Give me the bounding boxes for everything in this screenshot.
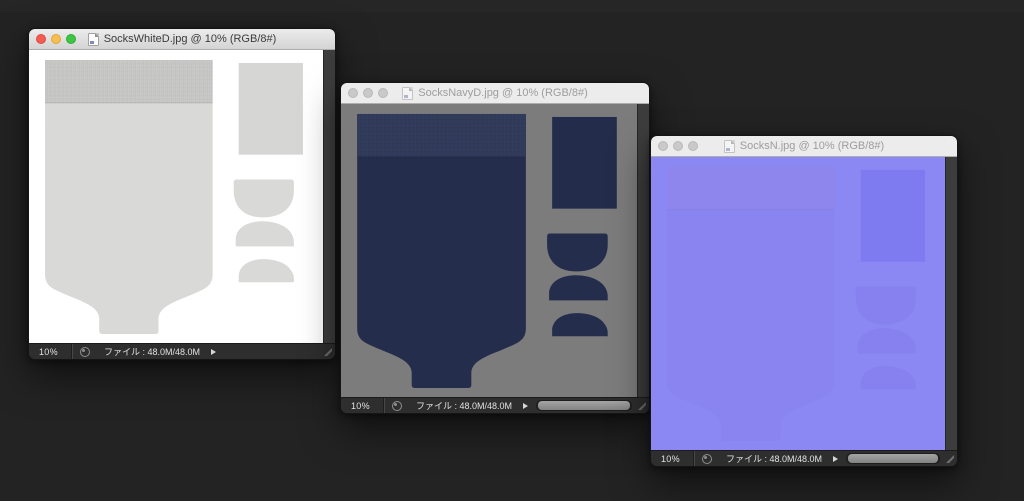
- traffic-lights: [36, 29, 76, 49]
- traffic-lights: [658, 136, 698, 156]
- vertical-scrollbar[interactable]: [945, 157, 957, 450]
- titlebar[interactable]: SocksN.jpg @ 10% (RGB/8#): [651, 136, 957, 157]
- statusbar: 10% ファイル : 48.0M/48.0M: [651, 450, 957, 466]
- cuff-band-texture: [357, 113, 526, 157]
- toe-piece-upper: [549, 275, 608, 301]
- sock-pattern-image: [45, 59, 303, 335]
- statusbar-divider: [71, 344, 72, 359]
- toe-piece-lower: [238, 259, 294, 283]
- statusbar: 10% ファイル : 48.0M/48.0M: [29, 343, 335, 359]
- status-circle-icon: [80, 346, 90, 357]
- document-proxy-icon: [723, 139, 735, 153]
- sock-pattern-normal-map-image: [667, 166, 925, 442]
- zoom-window-button[interactable]: [688, 141, 698, 151]
- window-title-label: SocksN.jpg @ 10% (RGB/8#): [739, 140, 885, 152]
- fabric-swatch-piece: [552, 116, 617, 209]
- horizontal-scrollbar[interactable]: [536, 400, 632, 411]
- window-title: SocksWhiteD.jpg @ 10% (RGB/8#): [87, 29, 277, 49]
- toe-piece-upper: [857, 328, 916, 354]
- status-circle-icon: [392, 400, 402, 411]
- statusbar-divider: [693, 451, 694, 466]
- document-content: [651, 157, 957, 450]
- horizontal-scrollbar-thumb[interactable]: [538, 401, 630, 410]
- minimize-button[interactable]: [673, 141, 683, 151]
- status-circle-icon: [702, 453, 712, 464]
- cuff-band-piece: [667, 166, 835, 210]
- window-title: SocksNavyD.jpg @ 10% (RGB/8#): [402, 83, 588, 103]
- sock-pattern-image: [357, 113, 617, 389]
- zoom-window-button[interactable]: [66, 34, 76, 44]
- close-button[interactable]: [36, 34, 46, 44]
- status-menu-arrow-icon[interactable]: [523, 402, 529, 409]
- canvas[interactable]: [651, 157, 945, 450]
- window-title-label: SocksWhiteD.jpg @ 10% (RGB/8#): [103, 33, 277, 45]
- file-size-status: ファイル : 48.0M/48.0M: [726, 454, 823, 464]
- traffic-lights: [348, 83, 388, 103]
- horizontal-scrollbar[interactable]: [846, 453, 940, 464]
- zoom-window-button[interactable]: [378, 88, 388, 98]
- document-window-socks-navy: SocksNavyD.jpg @ 10% (RGB/8#) 10% ファイル:…: [340, 82, 650, 414]
- window-title-label: SocksNavyD.jpg @ 10% (RGB/8#): [418, 87, 588, 99]
- zoom-level-field[interactable]: 10%: [651, 454, 693, 464]
- document-content: [341, 104, 649, 397]
- status-menu-arrow-icon[interactable]: [211, 348, 217, 355]
- heel-piece: [233, 179, 294, 218]
- horizontal-scrollbar-thumb[interactable]: [848, 454, 938, 463]
- document-content: [29, 50, 335, 343]
- minimize-button[interactable]: [51, 34, 61, 44]
- zoom-level-field[interactable]: 10%: [341, 401, 383, 411]
- resize-grip-icon[interactable]: [635, 399, 649, 412]
- vertical-scrollbar[interactable]: [637, 104, 649, 397]
- heel-piece: [855, 286, 916, 325]
- document-proxy-icon: [402, 86, 414, 100]
- document-proxy-icon: [87, 32, 99, 46]
- toe-piece-lower: [860, 366, 916, 390]
- resize-grip-icon[interactable]: [943, 452, 957, 465]
- resize-grip-icon[interactable]: [321, 345, 335, 358]
- canvas[interactable]: [341, 104, 637, 397]
- zoom-level-field[interactable]: 10%: [29, 347, 71, 357]
- photoshop-workspace: { "desktop": { "background_color": "#232…: [0, 0, 1024, 501]
- document-window-socks-white: SocksWhiteD.jpg @ 10% (RGB/8#) 10% ファイル …: [28, 28, 336, 360]
- toe-piece-lower: [552, 313, 608, 337]
- cuff-band-texture: [45, 59, 213, 103]
- window-title: SocksN.jpg @ 10% (RGB/8#): [723, 136, 885, 156]
- canvas[interactable]: [29, 50, 323, 343]
- titlebar[interactable]: SocksNavyD.jpg @ 10% (RGB/8#): [341, 83, 649, 104]
- file-size-status: ファイル : 48.0M/48.0M: [104, 347, 201, 357]
- heel-piece: [547, 233, 608, 272]
- statusbar-divider: [383, 398, 384, 413]
- file-size-status: ファイル : 48.0M/48.0M: [416, 401, 513, 411]
- minimize-button[interactable]: [363, 88, 373, 98]
- close-button[interactable]: [658, 141, 668, 151]
- document-window-socks-normal: SocksN.jpg @ 10% (RGB/8#) 10% ファイル : 48.…: [650, 135, 958, 467]
- statusbar: 10% ファイル : 48.0M/48.0M: [341, 397, 649, 413]
- fabric-swatch-piece: [860, 169, 925, 262]
- close-button[interactable]: [348, 88, 358, 98]
- titlebar[interactable]: SocksWhiteD.jpg @ 10% (RGB/8#): [29, 29, 335, 50]
- fabric-swatch-piece: [238, 62, 303, 155]
- vertical-scrollbar[interactable]: [323, 50, 335, 343]
- status-menu-arrow-icon[interactable]: [833, 455, 839, 462]
- toe-piece-upper: [235, 221, 294, 247]
